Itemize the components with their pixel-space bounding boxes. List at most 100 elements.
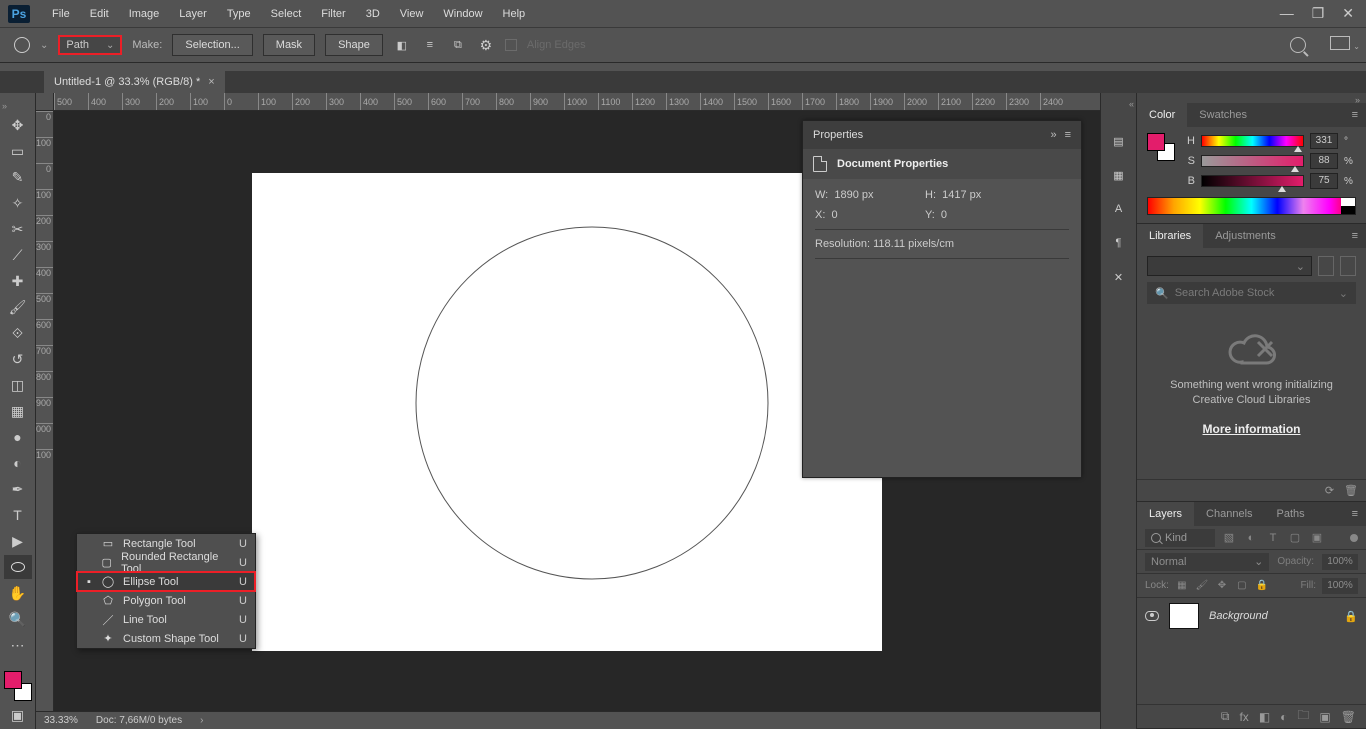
layer-row-background[interactable]: Background 🔒 (1137, 598, 1366, 634)
document-tab[interactable]: Untitled-1 @ 33.3% (RGB/8) * × (44, 71, 225, 93)
layer-filter-kind-dropdown[interactable]: Kind (1145, 529, 1215, 547)
foreground-color[interactable] (1147, 133, 1165, 151)
hand-tool-icon[interactable]: ✋ (4, 581, 32, 605)
menu-layer[interactable]: Layer (169, 8, 217, 20)
filter-pixel-icon[interactable]: ▧ (1221, 530, 1237, 546)
panel-menu-icon[interactable]: ≡ (1344, 502, 1366, 526)
collapse-icon[interactable]: « (1129, 99, 1134, 109)
color-spectrum[interactable] (1147, 197, 1356, 215)
brightness-slider[interactable] (1201, 175, 1304, 187)
edit-toolbar-icon[interactable]: ⋯ (4, 633, 32, 657)
menu-file[interactable]: File (42, 8, 80, 20)
fx-icon[interactable]: fx (1239, 710, 1248, 724)
tool-mode-dropdown[interactable]: Path ⌄ (58, 35, 122, 55)
window-close-icon[interactable]: ✕ (1342, 5, 1354, 22)
flyout-custom-shape-tool[interactable]: ✦ Custom Shape Tool U (77, 629, 255, 648)
filter-shape-icon[interactable]: ▢ (1287, 530, 1303, 546)
filter-type-icon[interactable]: T (1265, 530, 1281, 546)
canvas[interactable] (252, 173, 882, 651)
lock-icon[interactable]: 🔒 (1344, 610, 1358, 623)
more-information-link[interactable]: More information (1147, 422, 1356, 436)
make-shape-button[interactable]: Shape (325, 34, 383, 56)
flyout-polygon-tool[interactable]: ⬠ Polygon Tool U (77, 591, 255, 610)
menu-help[interactable]: Help (493, 8, 536, 20)
filter-adjustment-icon[interactable]: ◐ (1243, 530, 1259, 546)
layer-mask-icon[interactable]: ◧ (1259, 710, 1270, 724)
gradient-tool-icon[interactable]: ▦ (4, 399, 32, 423)
foreground-color-swatch[interactable] (4, 671, 22, 689)
stamp-tool-icon[interactable]: ⟐ (4, 321, 32, 345)
panel-menu-icon[interactable]: ≡ (1065, 129, 1071, 141)
ruler-origin[interactable] (36, 93, 54, 111)
menu-view[interactable]: View (390, 8, 434, 20)
collapse-icon[interactable]: » (1355, 95, 1360, 103)
chevron-down-icon[interactable]: ⌄ (1353, 42, 1360, 51)
color-fgbg-swatch[interactable] (1147, 133, 1175, 161)
paragraph-panel-icon[interactable]: ¶ (1109, 233, 1129, 253)
tab-libraries[interactable]: Libraries (1137, 224, 1203, 248)
filter-toggle[interactable] (1350, 534, 1358, 542)
menu-type[interactable]: Type (217, 8, 261, 20)
flyout-ellipse-tool[interactable]: ▪ ◯ Ellipse Tool U (77, 572, 255, 591)
path-arrangement-icon[interactable]: ⧉ (449, 36, 467, 54)
tab-layers[interactable]: Layers (1137, 502, 1194, 526)
lock-artboard-icon[interactable]: ▢ (1235, 580, 1249, 591)
quick-select-tool-icon[interactable]: ✧ (4, 191, 32, 215)
pen-tool-icon[interactable]: ✒ (4, 477, 32, 501)
blur-tool-icon[interactable]: ● (4, 425, 32, 449)
trash-icon[interactable]: 🗑 (1344, 484, 1358, 497)
new-group-icon[interactable]: 🗀 (1297, 706, 1309, 727)
hue-value[interactable]: 331 (1310, 133, 1338, 149)
collapse-icon[interactable]: » (2, 101, 12, 111)
history-panel-icon[interactable]: ▤ (1109, 131, 1129, 151)
eyedropper-tool-icon[interactable]: ⟋ (4, 243, 32, 267)
adjustment-layer-icon[interactable]: ◐ (1280, 710, 1287, 724)
move-tool-icon[interactable]: ✥ (4, 113, 32, 137)
type-tool-icon[interactable]: T (4, 503, 32, 527)
close-icon[interactable]: × (208, 76, 214, 88)
properties-panel-header[interactable]: Properties » ≡ (803, 121, 1081, 149)
hue-slider[interactable] (1201, 135, 1304, 147)
crop-tool-icon[interactable]: ✂ (4, 217, 32, 241)
tab-adjustments[interactable]: Adjustments (1203, 224, 1288, 248)
lock-image-icon[interactable]: 🖌 (1195, 580, 1209, 591)
lock-all-icon[interactable]: 🔒 (1255, 580, 1269, 591)
layer-thumbnail[interactable] (1169, 603, 1199, 629)
filter-smart-icon[interactable]: ▣ (1309, 530, 1325, 546)
blend-mode-dropdown[interactable]: Normal⌄ (1145, 553, 1269, 571)
zoom-tool-icon[interactable]: 🔍 (4, 607, 32, 631)
zoom-level[interactable]: 33.33% (44, 715, 78, 726)
menu-select[interactable]: Select (261, 8, 312, 20)
link-layers-icon[interactable]: ⧉ (1221, 709, 1230, 724)
marquee-tool-icon[interactable]: ▭ (4, 139, 32, 163)
align-edges-checkbox[interactable] (505, 39, 517, 51)
flyout-line-tool[interactable]: ／ Line Tool U (77, 610, 255, 629)
ruler-horizontal[interactable]: 5004003002001000100200300400500600700800… (54, 93, 1100, 111)
library-picker-dropdown[interactable]: ⌄ (1147, 256, 1312, 276)
tab-swatches[interactable]: Swatches (1187, 103, 1259, 127)
make-mask-button[interactable]: Mask (263, 34, 315, 56)
new-layer-icon[interactable]: ▣ (1319, 710, 1330, 724)
view-grid-icon[interactable] (1318, 256, 1334, 276)
panel-menu-icon[interactable]: ≡ (1344, 224, 1366, 248)
menu-edit[interactable]: Edit (80, 8, 119, 20)
doc-info[interactable]: Doc: 7,66M/0 bytes (96, 715, 182, 726)
ruler-vertical[interactable]: 01000100200300400500600700800900000100 (36, 111, 54, 711)
flyout-rounded-rectangle-tool[interactable]: ▢ Rounded Rectangle Tool U (77, 553, 255, 572)
eraser-tool-icon[interactable]: ◫ (4, 373, 32, 397)
saturation-value[interactable]: 88 (1310, 153, 1338, 169)
window-restore-icon[interactable]: ❐ (1312, 5, 1325, 22)
properties-panel-icon[interactable]: ▦ (1109, 165, 1129, 185)
search-icon[interactable] (1290, 37, 1306, 53)
opacity-input[interactable]: 100% (1322, 554, 1358, 570)
window-minimize-icon[interactable]: — (1280, 5, 1294, 22)
saturation-slider[interactable] (1201, 155, 1304, 167)
chevron-right-icon[interactable]: › (200, 715, 203, 726)
path-operations-icon[interactable]: ◧ (393, 36, 411, 54)
layer-name[interactable]: Background (1209, 610, 1268, 622)
menu-3d[interactable]: 3D (356, 8, 390, 20)
dodge-tool-icon[interactable]: ◐ (4, 451, 32, 475)
brush-tool-icon[interactable]: 🖌 (4, 295, 32, 319)
fill-input[interactable]: 100% (1322, 578, 1358, 594)
path-select-tool-icon[interactable]: ▶ (4, 529, 32, 553)
